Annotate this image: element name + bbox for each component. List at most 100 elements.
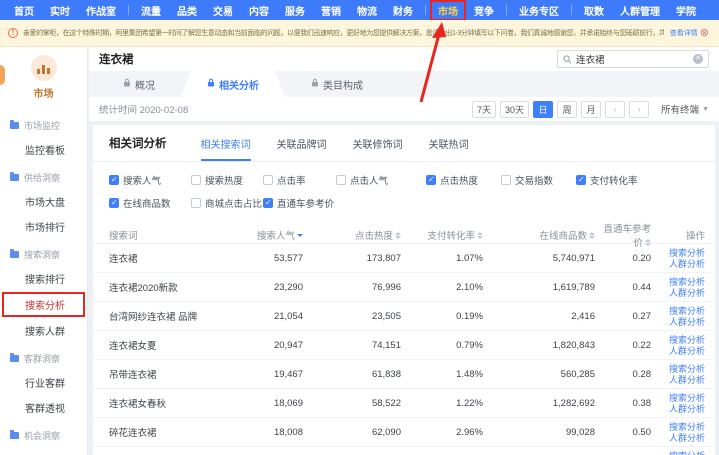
filter-checkbox-1-4[interactable]: 点击人气 (336, 173, 426, 187)
sidebar-section-13: 机会洞察 (0, 424, 87, 447)
crowd-analysis-link[interactable]: 人群分析 (669, 288, 705, 298)
checkbox-checked-icon[interactable] (263, 198, 273, 208)
sidebar-item-2[interactable]: 监控看板 (0, 137, 87, 162)
filter-checkbox-1-1[interactable]: 搜索人气 (109, 173, 191, 187)
range-button-2[interactable]: 30天 (500, 101, 529, 118)
keyword-search-input[interactable]: 连衣裙 ✕ (557, 50, 709, 68)
search-analysis-link[interactable]: 搜索分析 (669, 277, 705, 287)
nav-item-2[interactable]: 实时 (42, 0, 78, 21)
crowd-analysis-link[interactable]: 人群分析 (669, 317, 705, 327)
sidebar-item-5[interactable]: 市场排行 (0, 214, 87, 239)
search-analysis-link[interactable]: 搜索分析 (669, 451, 705, 455)
sidebar-section-label: 机会洞察 (24, 429, 60, 442)
next-arrow-button[interactable]: › (629, 101, 649, 118)
sidebar-item-11[interactable]: 行业客群 (0, 370, 87, 395)
filter-checkbox-1-3[interactable]: 点击率 (263, 173, 336, 187)
filter-checkbox-1-6[interactable]: 交易指数 (501, 173, 576, 187)
filter-label: 搜索人气 (123, 173, 161, 187)
filter-label: 支付转化率 (590, 173, 638, 187)
nav-item-10[interactable]: 物流 (349, 0, 385, 21)
sidebar-section-label: 市场监控 (24, 119, 60, 132)
filter-checkbox-1-7[interactable]: 支付转化率 (576, 173, 699, 187)
nav-item-6[interactable]: 交易 (205, 0, 241, 21)
nav-item-12[interactable]: 市场 (430, 0, 466, 21)
tab-2[interactable]: 相关分析 (181, 71, 285, 97)
terminal-dropdown[interactable]: 所有终端 ▼ (661, 102, 709, 116)
nav-item-4[interactable]: 流量 (133, 0, 169, 21)
sidebar-collapse-handle[interactable] (0, 65, 5, 85)
column-header-6[interactable]: 直通车参考价 (595, 221, 651, 249)
filter-checkbox-2-1[interactable]: 在线商品数 (109, 196, 191, 210)
nav-item-5[interactable]: 品类 (169, 0, 205, 21)
nav-item-11[interactable]: 财务 (385, 0, 421, 21)
column-header-4[interactable]: 支付转化率 (401, 228, 483, 242)
crowd-analysis-link[interactable]: 人群分析 (669, 346, 705, 356)
range-button-3[interactable]: 日 (533, 101, 553, 118)
word-tab-3[interactable]: 关联修饰词 (353, 136, 403, 161)
column-header-5[interactable]: 在线商品数 (483, 228, 595, 242)
notice-detail-link[interactable]: 查看详情 (670, 28, 698, 38)
filter-checkbox-2-3[interactable]: 直通车参考价 (263, 196, 336, 210)
filter-checkbox-1-5[interactable]: 点击热度 (426, 173, 501, 187)
sidebar-item-8[interactable]: 搜索分析 (3, 293, 84, 316)
word-tab-2[interactable]: 关联品牌词 (277, 136, 327, 161)
page-title: 连衣裙 (99, 51, 134, 67)
search-analysis-link[interactable]: 搜索分析 (669, 393, 705, 403)
range-button-1[interactable]: 7天 (472, 101, 496, 118)
nav-item-1[interactable]: 首页 (6, 0, 42, 21)
checkbox-checked-icon[interactable] (109, 198, 119, 208)
sidebar-item-14[interactable]: 属性洞察 (0, 447, 87, 455)
sidebar-item-7[interactable]: 搜索排行 (0, 266, 87, 291)
nav-item-14[interactable]: 业务专区 (511, 0, 567, 21)
range-button-4[interactable]: 周 (557, 101, 577, 118)
sidebar-item-12[interactable]: 客群透视 (0, 395, 87, 420)
checkbox-unchecked-icon[interactable] (501, 175, 511, 185)
checkbox-checked-icon[interactable] (576, 175, 586, 185)
close-icon[interactable]: ⊗ (698, 28, 711, 39)
clear-icon[interactable]: ✕ (693, 54, 703, 64)
sidebar-item-4[interactable]: 市场大盘 (0, 189, 87, 214)
checkbox-checked-icon[interactable] (109, 175, 119, 185)
search-analysis-link[interactable]: 搜索分析 (669, 364, 705, 374)
nav-item-13[interactable]: 竞争 (466, 0, 502, 21)
crowd-analysis-link[interactable]: 人群分析 (669, 259, 705, 269)
cell-value: 23,290 (241, 282, 303, 293)
filter-checkbox-2-2[interactable]: 商城点击占比 (191, 196, 263, 210)
sidebar-section-3: 供给洞察 (0, 166, 87, 189)
checkbox-unchecked-icon[interactable] (191, 175, 201, 185)
lock-icon (207, 78, 215, 90)
crowd-analysis-link[interactable]: 人群分析 (669, 404, 705, 414)
checkbox-unchecked-icon[interactable] (263, 175, 273, 185)
nav-item-7[interactable]: 内容 (241, 0, 277, 21)
row-actions: 搜索分析人群分析 (651, 335, 705, 356)
column-header-2[interactable]: 搜索人气 (241, 228, 303, 242)
word-tab-1[interactable]: 相关搜索词 (201, 136, 251, 161)
crowd-analysis-link[interactable]: 人群分析 (669, 375, 705, 385)
range-button-5[interactable]: 月 (581, 101, 601, 118)
search-analysis-link[interactable]: 搜索分析 (669, 248, 705, 258)
sidebar-section-6: 搜索洞察 (0, 243, 87, 266)
nav-item-16[interactable]: 人群管理 (612, 0, 668, 21)
crowd-analysis-link[interactable]: 人群分析 (669, 433, 705, 443)
search-analysis-link[interactable]: 搜索分析 (669, 422, 705, 432)
nav-item-15[interactable]: 取数 (576, 0, 612, 21)
tab-3[interactable]: 类目构成 (285, 71, 389, 97)
nav-item-3[interactable]: 作战室 (78, 0, 124, 21)
cell-value: 20,947 (241, 340, 303, 351)
search-analysis-link[interactable]: 搜索分析 (669, 335, 705, 345)
checkbox-unchecked-icon[interactable] (191, 198, 201, 208)
checkbox-checked-icon[interactable] (426, 175, 436, 185)
search-analysis-link[interactable]: 搜索分析 (669, 306, 705, 316)
prev-arrow-button[interactable]: ‹ (605, 101, 625, 118)
nav-item-8[interactable]: 服务 (277, 0, 313, 21)
checkbox-unchecked-icon[interactable] (336, 175, 346, 185)
tab-1[interactable]: 概况 (97, 71, 181, 97)
filter-checkbox-1-2[interactable]: 搜索热度 (191, 173, 263, 187)
tab-label: 概况 (135, 77, 155, 92)
word-tab-4[interactable]: 关联热词 (429, 136, 469, 161)
nav-item-9[interactable]: 营销 (313, 0, 349, 21)
section-title: 相关词分析 (109, 135, 167, 161)
column-header-3[interactable]: 点击热度 (303, 228, 401, 242)
sidebar-item-9[interactable]: 搜索人群 (0, 318, 87, 343)
nav-item-17[interactable]: 学院 (668, 0, 704, 21)
